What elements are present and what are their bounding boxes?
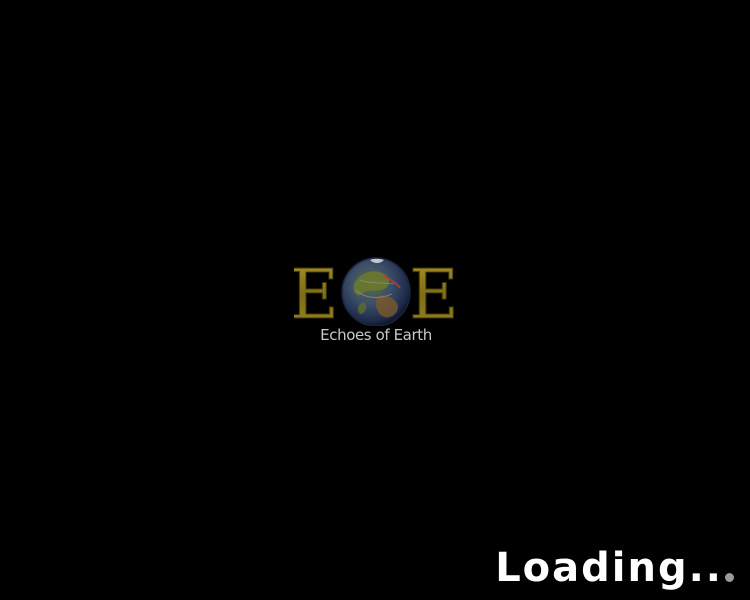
- logo-letter-right: E: [409, 256, 458, 326]
- globe-icon: [341, 257, 411, 326]
- logo-mark: E E: [294, 256, 458, 326]
- logo-letter-left: E: [294, 256, 339, 326]
- loading-text: Loading..: [495, 545, 723, 591]
- progress-dot-icon: [725, 573, 734, 582]
- splash-screen: E E Echoes of Earth Loading..: [0, 0, 750, 600]
- loading-indicator: Loading..: [495, 544, 734, 592]
- game-logo: E E Echoes of Earth: [294, 254, 458, 350]
- logo-caption: Echoes of Earth: [320, 326, 432, 344]
